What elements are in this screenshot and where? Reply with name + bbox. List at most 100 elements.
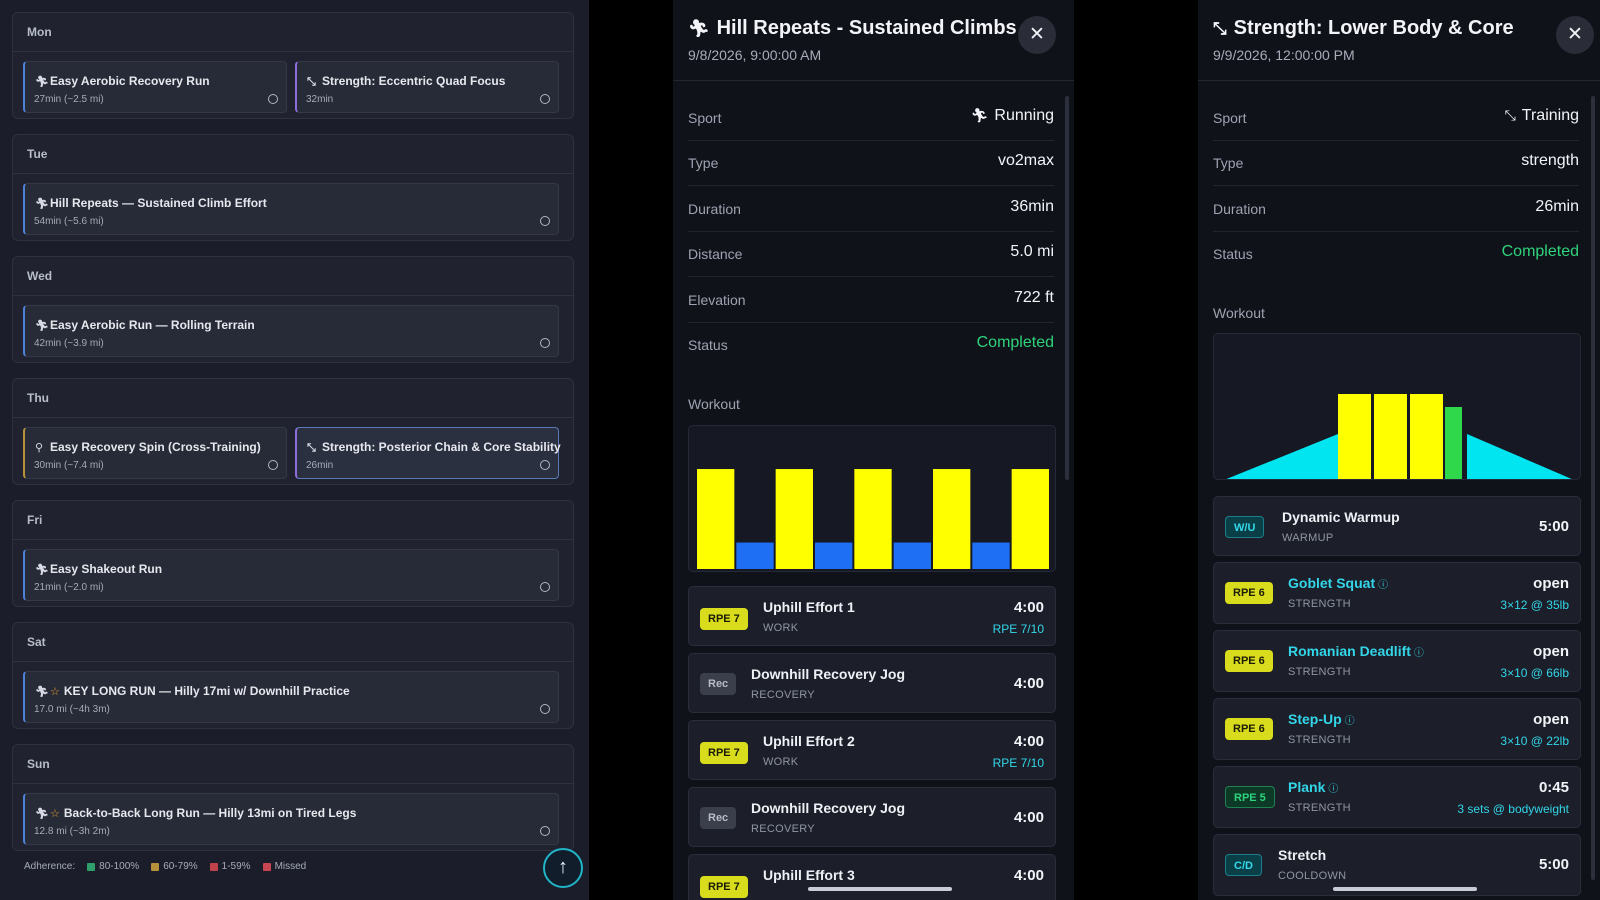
run-workout-detail-panel: 🏃︎ Hill Repeats - Sustained Climbs 9/8/20…	[673, 0, 1074, 900]
completion-circle-icon[interactable]	[540, 216, 550, 226]
session-title: Easy Recovery Spin (Cross-Training)	[50, 440, 261, 454]
interval-bars	[697, 469, 1049, 569]
star-icon: ☆	[50, 808, 60, 820]
completion-circle-icon[interactable]	[268, 94, 278, 104]
detail-header: 🏃︎ Hill Repeats - Sustained Climbs 9/8/20…	[673, 0, 1074, 81]
workout-title: Hill Repeats - Sustained Climbs	[716, 17, 1017, 39]
session-key-long-run[interactable]: 🏃︎☆ KEY LONG RUN — Hilly 17mi w/ Downhill…	[23, 671, 559, 723]
legend-item: 60-79%	[151, 861, 198, 872]
scroll-to-top-button[interactable]: ↑	[543, 848, 583, 888]
scrollbar[interactable]	[1065, 96, 1069, 480]
strength-icon: ⤡	[307, 76, 316, 88]
core-block	[1445, 407, 1462, 479]
legend-item: 1-59%	[209, 861, 251, 872]
completion-circle-icon[interactable]	[540, 94, 550, 104]
recovery-interval-bar	[815, 542, 853, 569]
workout-profile-chart	[1213, 333, 1581, 480]
exercise-link[interactable]: Step-Up ⓘ	[1288, 711, 1355, 727]
close-button[interactable]: ✕	[1556, 16, 1594, 54]
session-meta: 26min	[306, 460, 334, 471]
close-button[interactable]: ✕	[1018, 16, 1056, 54]
step-name: Dynamic Warmup	[1282, 509, 1400, 525]
info-icon[interactable]: ⓘ	[1345, 716, 1355, 727]
rpe-badge: RPE 7	[700, 742, 748, 764]
step-duration: 4:00	[1013, 599, 1044, 616]
step-duration: open	[1533, 711, 1569, 728]
work-block	[1338, 394, 1371, 479]
field-duration: Duration 26min	[1213, 187, 1579, 232]
step-uphill-effort-1[interactable]: RPE 7 Uphill Effort 1 WORK 4:00 RPE 7/10	[688, 586, 1056, 646]
workout-profile-graphic	[1226, 394, 1572, 479]
session-easy-shakeout-run[interactable]: 🏃︎Easy Shakeout Run 21min (~2.0 mi)	[23, 549, 559, 601]
step-step-up[interactable]: RPE 6 Step-Up ⓘ STRENGTH open 3×10 @ 22lb	[1213, 698, 1581, 760]
workout-datetime: 9/9/2026, 12:00:00 PM	[1213, 47, 1355, 63]
legend-swatch	[151, 862, 160, 871]
completion-circle-icon[interactable]	[540, 826, 550, 836]
step-uphill-effort-2[interactable]: RPE 7 Uphill Effort 2 WORK 4:00 RPE 7/10	[688, 720, 1056, 780]
session-easy-aerobic-recovery-run[interactable]: 🏃︎Easy Aerobic Recovery Run 27min (~2.5 …	[23, 61, 287, 113]
runner-icon: 🏃︎	[35, 198, 49, 210]
info-icon[interactable]: ⓘ	[1328, 784, 1338, 795]
exercise-link[interactable]: Romanian Deadlift ⓘ	[1288, 643, 1424, 659]
status-badge: Completed	[1501, 243, 1579, 260]
status-badge: Completed	[976, 334, 1054, 351]
step-uphill-effort-3[interactable]: RPE 7 Uphill Effort 3 4:00	[688, 854, 1056, 900]
work-interval-bar	[854, 469, 892, 569]
step-goblet-squat[interactable]: RPE 6 Goblet Squat ⓘ STRENGTH open 3×12 @…	[1213, 562, 1581, 624]
step-kind: RECOVERY	[751, 689, 815, 701]
session-strength-posterior-chain[interactable]: ⤡ Strength: Posterior Chain & Core Stabil…	[295, 427, 561, 479]
legend-swatch	[209, 862, 218, 871]
scrollbar[interactable]	[1591, 96, 1595, 880]
completion-circle-icon[interactable]	[540, 704, 550, 714]
info-icon[interactable]: ⓘ	[1378, 580, 1388, 591]
session-easy-aerobic-rolling[interactable]: 🏃︎Easy Aerobic Run — Rolling Terrain 42m…	[23, 305, 559, 357]
info-icon[interactable]: ⓘ	[1414, 648, 1424, 659]
step-target: RPE 7/10	[992, 622, 1044, 636]
step-duration: open	[1533, 643, 1569, 660]
work-block	[1410, 394, 1443, 479]
session-back-to-back-long-run[interactable]: 🏃︎☆ Back-to-Back Long Run — Hilly 13mi on…	[23, 793, 559, 845]
session-strength-eccentric-quad[interactable]: ⤡ Strength: Eccentric Quad Focus 32min	[295, 61, 559, 113]
exercise-link[interactable]: Goblet Squat ⓘ	[1288, 575, 1388, 591]
step-duration: 4:00	[1013, 675, 1044, 692]
cooldown-ramp	[1467, 434, 1572, 479]
session-hill-repeats[interactable]: 🏃︎Hill Repeats — Sustained Climb Effort …	[23, 183, 559, 235]
step-romanian-deadlift[interactable]: RPE 6 Romanian Deadlift ⓘ STRENGTH open 3…	[1213, 630, 1581, 692]
step-downhill-recovery-2[interactable]: Rec Downhill Recovery Jog RECOVERY 4:00	[688, 787, 1056, 847]
rpe-badge: RPE 7	[700, 608, 748, 630]
completion-circle-icon[interactable]	[540, 460, 550, 470]
day-card-wed: Wed 🏃︎Easy Aerobic Run — Rolling Terrain…	[12, 256, 574, 363]
close-icon: ✕	[1567, 24, 1583, 45]
strength-icon: ⤡	[1504, 107, 1516, 123]
step-dynamic-warmup[interactable]: W/U Dynamic Warmup WARMUP 5:00	[1213, 496, 1581, 556]
step-downhill-recovery-1[interactable]: Rec Downhill Recovery Jog RECOVERY 4:00	[688, 653, 1056, 713]
day-label: Sun	[13, 745, 573, 784]
day-label: Tue	[13, 135, 573, 174]
strength-icon: ⤡	[307, 442, 316, 454]
home-indicator	[1333, 887, 1477, 891]
session-title: Back-to-Back Long Run — Hilly 13mi on Ti…	[63, 806, 357, 820]
step-prescription: 3 sets @ bodyweight	[1457, 802, 1569, 816]
step-name: Uphill Effort 1	[763, 599, 855, 615]
field-status: Status Completed	[1213, 243, 1579, 262]
completion-circle-icon[interactable]	[268, 460, 278, 470]
completion-circle-icon[interactable]	[540, 338, 550, 348]
session-easy-recovery-spin[interactable]: ⚲ Easy Recovery Spin (Cross-Training) 30m…	[23, 427, 287, 479]
warmup-badge: W/U	[1225, 516, 1265, 538]
recovery-interval-bar	[736, 542, 774, 569]
exercise-link[interactable]: Plank ⓘ	[1288, 779, 1338, 795]
step-plank[interactable]: RPE 5 Plank ⓘ STRENGTH 0:45 3 sets @ body…	[1213, 766, 1581, 828]
step-kind: WORK	[763, 622, 799, 634]
completion-circle-icon[interactable]	[540, 582, 550, 592]
rpe-badge: RPE 6	[1225, 650, 1273, 672]
runner-icon: 🏃︎	[688, 19, 710, 38]
weekly-plan-panel: Mon 🏃︎Easy Aerobic Recovery Run 27min (~…	[0, 0, 589, 900]
legend-swatch	[87, 862, 96, 871]
close-icon: ✕	[1029, 24, 1045, 45]
step-name: Uphill Effort 2	[763, 733, 855, 749]
strength-workout-detail-panel: ⤡ Strength: Lower Body & Core 9/9/2026, 1…	[1198, 0, 1600, 900]
recovery-interval-bar	[893, 542, 931, 569]
runner-icon: 🏃︎	[970, 107, 989, 123]
step-duration: 4:00	[1013, 809, 1044, 826]
session-title: Easy Aerobic Recovery Run	[50, 74, 210, 88]
